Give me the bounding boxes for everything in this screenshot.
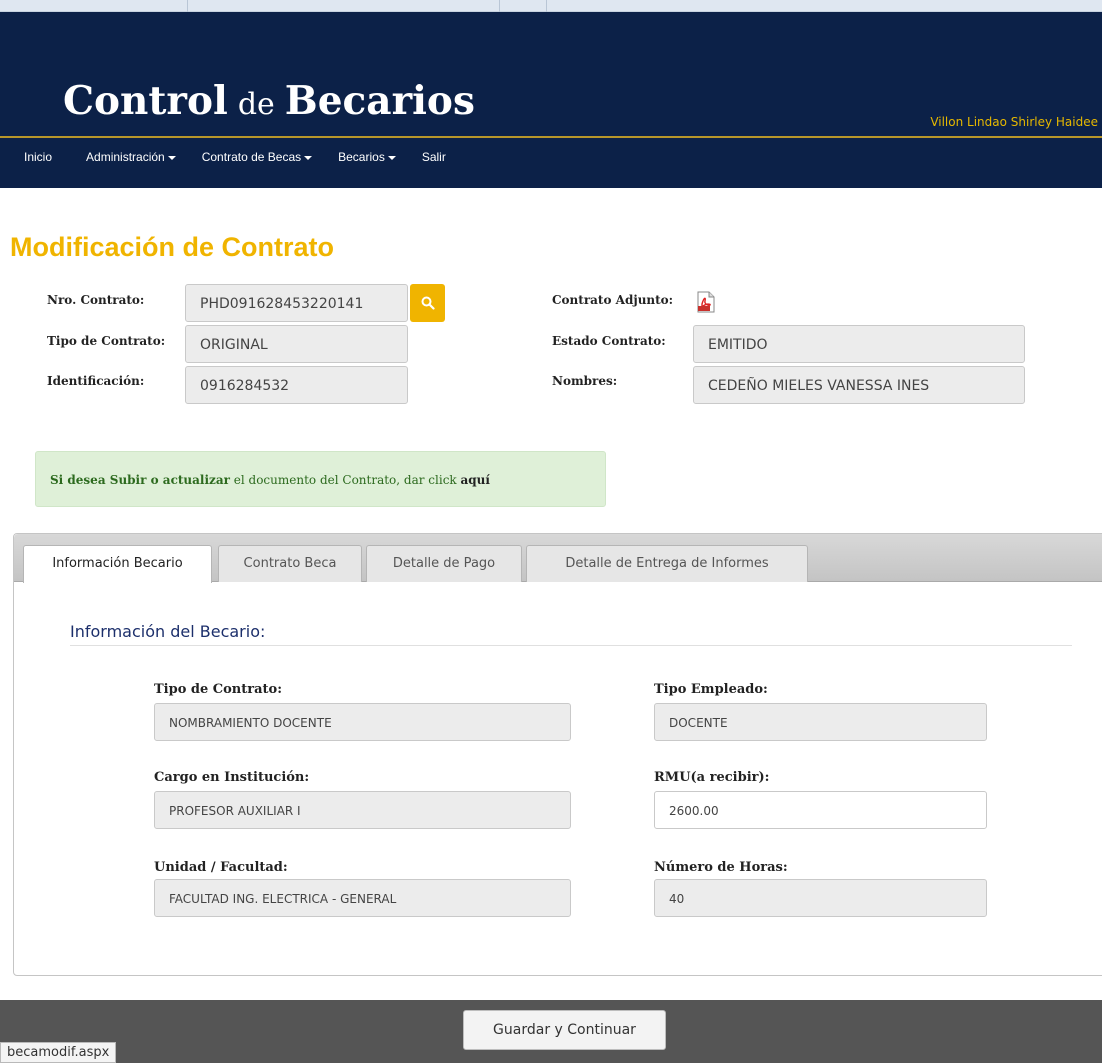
app-title-becarios: Becarios (284, 78, 475, 124)
section-divider (70, 645, 1072, 646)
app-title-de: de (237, 87, 275, 122)
app-title: Control de Becarios (63, 78, 475, 124)
cargo-institucion-field[interactable]: PROFESOR AUXILIAR I (154, 791, 571, 829)
current-user-name: Villon Lindao Shirley Haidee (930, 115, 1098, 129)
tab-detalle-entrega-informes[interactable]: Detalle de Entrega de Informes (526, 545, 808, 582)
tab-contrato-beca[interactable]: Contrato Beca (218, 545, 362, 582)
nav-item-label: Inicio (24, 150, 53, 164)
tipo-empleado-field[interactable]: DOCENTE (654, 703, 987, 741)
unidad-facultad-label: Unidad / Facultad: (154, 860, 288, 875)
nav-item-label: Contrato de Becas (201, 150, 302, 164)
tipo-contrato-label: Tipo de Contrato: (47, 334, 166, 348)
tipo-contrato-becario-label: Tipo de Contrato: (154, 682, 283, 697)
estado-contrato-label: Estado Contrato: (552, 334, 666, 348)
browser-top-strip (0, 0, 1102, 12)
identificacion-label: Identificación: (47, 374, 145, 388)
nombres-field[interactable]: CEDEÑO MIELES VANESSA INES (693, 366, 1025, 404)
upload-alert: Si desea Subir o actualizar el documento… (35, 451, 606, 507)
caret-down-icon (167, 155, 176, 160)
browser-tab-segment (546, 0, 547, 12)
nav-item-label: Administración (86, 150, 165, 164)
app-title-control: Control (63, 78, 228, 124)
tab-detalle-de-pago[interactable]: Detalle de Pago (366, 545, 522, 582)
upload-contract-link[interactable]: aquí (461, 473, 490, 487)
nro-contrato-label: Nro. Contrato: (47, 293, 145, 307)
search-contract-button[interactable] (410, 284, 445, 322)
nav-item-label: Salir (421, 150, 446, 164)
nav-item-inicio[interactable]: Inicio (24, 150, 52, 172)
tipo-empleado-label: Tipo Empleado: (654, 682, 768, 697)
nav-item-contrato-de-becas[interactable]: Contrato de Becas (201, 150, 313, 172)
browser-tab-segment (499, 0, 546, 12)
rmu-input[interactable]: 2600.00 (654, 791, 987, 829)
caret-down-icon (304, 155, 313, 160)
page-title: Modificación de Contrato (10, 232, 334, 262)
tab-informacion-becario[interactable]: Información Becario (23, 545, 212, 583)
contrato-adjunto-label: Contrato Adjunto: (552, 293, 674, 307)
pdf-icon[interactable] (697, 291, 715, 313)
section-title: Información del Becario: (70, 622, 266, 641)
unidad-facultad-field[interactable]: FACULTAD ING. ELECTRICA - GENERAL (154, 879, 571, 917)
caret-down-icon (387, 155, 396, 160)
nav-item-salir[interactable]: Salir (422, 150, 446, 172)
identificacion-field[interactable]: 0916284532 (185, 366, 408, 404)
tipo-contrato-becario-field[interactable]: NOMBRAMIENTO DOCENTE (154, 703, 571, 741)
alert-text: el documento del Contrato, dar click (229, 473, 461, 487)
main-nav: Inicio Administración Contrato de Becas … (0, 150, 472, 172)
tabs-panel: Información Becario Contrato Beca Detall… (13, 533, 1102, 976)
rmu-label: RMU(a recibir): (654, 770, 770, 785)
tab-bar: Información Becario Contrato Beca Detall… (14, 534, 1102, 583)
cargo-institucion-label: Cargo en Institución: (154, 770, 310, 785)
nav-item-becarios[interactable]: Becarios (338, 150, 396, 172)
alert-bold-text: Si desea Subir o actualizar (50, 473, 230, 487)
numero-horas-field[interactable]: 40 (654, 879, 987, 917)
browser-status-bar: becamodif.aspx (0, 1042, 117, 1063)
numero-horas-label: Número de Horas: (654, 860, 788, 875)
browser-tab-segment (187, 0, 499, 12)
search-icon (421, 296, 435, 310)
nro-contrato-field[interactable]: PHD091628453220141 (185, 284, 408, 322)
header-divider (0, 136, 1102, 138)
app-header: Control de Becarios Villon Lindao Shirley … (0, 12, 1102, 188)
nav-item-label: Becarios (338, 150, 385, 164)
estado-contrato-field[interactable]: EMITIDO (693, 325, 1025, 363)
save-continue-button[interactable]: Guardar y Continuar (463, 1010, 666, 1050)
nombres-label: Nombres: (552, 374, 618, 388)
nav-item-administracion[interactable]: Administración (86, 150, 176, 172)
tipo-contrato-field[interactable]: ORIGINAL (185, 325, 408, 363)
